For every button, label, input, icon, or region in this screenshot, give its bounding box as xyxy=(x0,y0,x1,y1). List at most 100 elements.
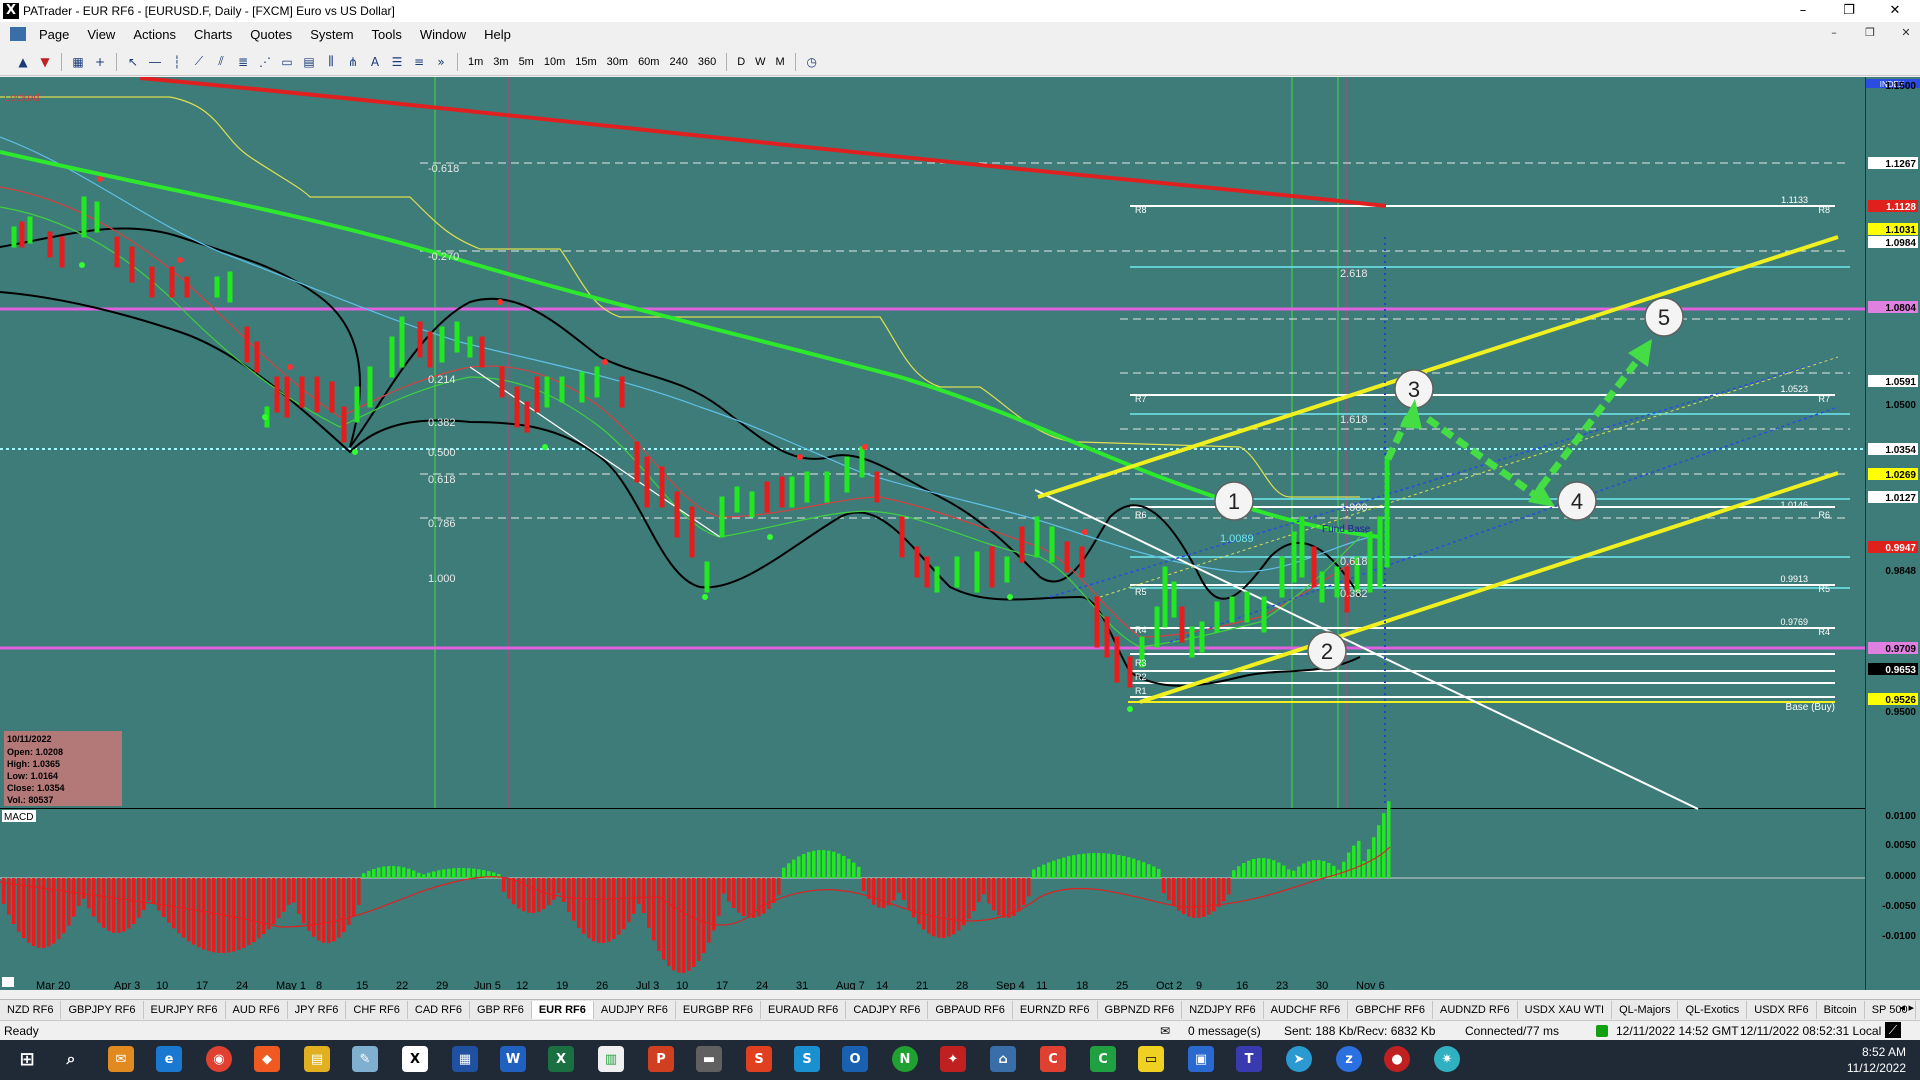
teams-icon[interactable]: T xyxy=(1236,1046,1262,1072)
tab-nzdjpy-rf6[interactable]: NZDJPY RF6 xyxy=(1182,1001,1264,1019)
timeframe-15m[interactable]: 15m xyxy=(570,56,601,68)
gann-icon[interactable]: ▤ xyxy=(298,52,320,72)
vertical-line-icon[interactable]: ┆ xyxy=(166,52,188,72)
tab-gbpchf-rf6[interactable]: GBPCHF RF6 xyxy=(1348,1001,1433,1019)
edge-browser-icon[interactable]: e xyxy=(156,1046,182,1072)
store-icon[interactable]: ▣ xyxy=(1188,1046,1214,1072)
outlook-icon[interactable]: O xyxy=(842,1046,868,1072)
price-axis[interactable] xyxy=(1866,77,1920,990)
menu-tools[interactable]: Tools xyxy=(363,27,411,42)
tab-gbp-rf6[interactable]: GBP RF6 xyxy=(470,1001,532,1019)
tab-audnzd-rf6[interactable]: AUDNZD RF6 xyxy=(1433,1001,1518,1019)
overflow-chevron-icon[interactable]: » xyxy=(430,52,452,72)
period-weekly[interactable]: W xyxy=(750,56,770,68)
status-messages[interactable]: 0 message(s) xyxy=(1188,1024,1261,1038)
menu-actions[interactable]: Actions xyxy=(124,27,185,42)
cursor-icon[interactable]: ↖ xyxy=(122,52,144,72)
period-daily[interactable]: D xyxy=(732,56,750,68)
sell-icon[interactable]: ▼ xyxy=(34,52,56,72)
crosshair-icon[interactable]: + xyxy=(89,52,111,72)
menu-page[interactable]: Page xyxy=(30,27,78,42)
brave-browser-icon[interactable]: ◆ xyxy=(254,1046,280,1072)
skype-icon[interactable]: S xyxy=(794,1046,820,1072)
powerpoint-icon[interactable]: P xyxy=(648,1046,674,1072)
tab-ql-majors[interactable]: QL-Majors xyxy=(1612,1001,1679,1019)
mdi-close-button[interactable]: ✕ xyxy=(1892,26,1920,39)
menu-quotes[interactable]: Quotes xyxy=(241,27,301,42)
tab-usdx-xau-wti[interactable]: USDX XAU WTI xyxy=(1518,1001,1613,1019)
ninjatrader-icon[interactable]: N xyxy=(892,1046,918,1072)
timeframe-60m[interactable]: 60m xyxy=(633,56,664,68)
tab-eurjpy-rf6[interactable]: EURJPY RF6 xyxy=(144,1001,226,1019)
chart-icon[interactable]: ▦ xyxy=(67,52,89,72)
timeframe-1m[interactable]: 1m xyxy=(463,56,488,68)
mdi-restore-button[interactable]: ❐ xyxy=(1856,26,1884,39)
fib-fan-icon[interactable]: ⋰ xyxy=(254,52,276,72)
tab-usdx-rf6[interactable]: USDX RF6 xyxy=(1747,1001,1817,1019)
tab-cad-rf6[interactable]: CAD RF6 xyxy=(408,1001,470,1019)
tab-eurnzd-rf6[interactable]: EURNZD RF6 xyxy=(1013,1001,1098,1019)
calculator-icon[interactable]: ▦ xyxy=(452,1046,478,1072)
wave-label-5[interactable]: 5 xyxy=(1644,297,1684,337)
windows-start-icon[interactable]: ⊞ xyxy=(14,1046,40,1072)
tab-cadjpy-rf6[interactable]: CADJPY RF6 xyxy=(846,1001,929,1019)
channel-upper[interactable] xyxy=(1037,235,1839,499)
chart-area[interactable]: -0.618 -0.270 0.214 0.382 0.500 0.618 0.… xyxy=(0,76,1920,992)
recorder-icon[interactable]: ● xyxy=(1384,1046,1410,1072)
tab-eurgbp-rf6[interactable]: EURGBP RF6 xyxy=(676,1001,762,1019)
taskbar-clock[interactable]: 8:52 AM 11/12/2022 xyxy=(1847,1044,1906,1076)
tab-gbpjpy-rf6[interactable]: GBPJPY RF6 xyxy=(61,1001,144,1019)
c-app-icon-red[interactable]: C xyxy=(1040,1046,1066,1072)
tab-audchf-rf6[interactable]: AUDCHF RF6 xyxy=(1264,1001,1349,1019)
wave-label-1[interactable]: 1 xyxy=(1214,481,1254,521)
spreadsheet-icon[interactable]: ▥ xyxy=(598,1046,624,1072)
candlesticks[interactable] xyxy=(11,196,1390,688)
search-icon[interactable]: ⌕ xyxy=(58,1046,84,1072)
menu-charts[interactable]: Charts xyxy=(185,27,241,42)
tab-eur-rf6[interactable]: EUR RF6 xyxy=(531,1001,594,1019)
tab-bitcoin[interactable]: Bitcoin xyxy=(1817,1001,1865,1019)
tab-jpy-rf6[interactable]: JPY RF6 xyxy=(288,1001,347,1019)
tab-gbpnzd-rf6[interactable]: GBPNZD RF6 xyxy=(1098,1001,1183,1019)
chart-mode-icon[interactable]: ⟋ xyxy=(1885,1022,1901,1038)
timeframe-3m[interactable]: 3m xyxy=(488,56,513,68)
mdi-minimize-button[interactable]: – xyxy=(1820,26,1848,39)
menu-view[interactable]: View xyxy=(78,27,124,42)
zoom-icon[interactable]: z xyxy=(1336,1046,1362,1072)
more-tools-icon[interactable]: ≡ xyxy=(408,52,430,72)
chrome-browser-icon[interactable]: ◉ xyxy=(206,1046,232,1072)
rectangle-icon[interactable]: ▭ xyxy=(276,52,298,72)
buy-icon[interactable]: ▲ xyxy=(12,52,34,72)
tab-aud-rf6[interactable]: AUD RF6 xyxy=(226,1001,288,1019)
text-icon[interactable]: A xyxy=(364,52,386,72)
wave-label-4[interactable]: 4 xyxy=(1557,481,1597,521)
period-monthly[interactable]: M xyxy=(771,56,790,68)
timeframe-30m[interactable]: 30m xyxy=(602,56,633,68)
levels-icon[interactable]: ☰ xyxy=(386,52,408,72)
tab-gbpaud-rf6[interactable]: GBPAUD RF6 xyxy=(928,1001,1013,1019)
minimize-button[interactable]: – xyxy=(1780,0,1826,22)
channel-icon[interactable]: ⫽ xyxy=(210,52,232,72)
timeframe-10m[interactable]: 10m xyxy=(539,56,570,68)
telegram-icon[interactable]: ➤ xyxy=(1286,1046,1312,1072)
mail-app-icon[interactable]: ✉ xyxy=(108,1046,134,1072)
settings-gear-icon[interactable]: ✷ xyxy=(1434,1046,1460,1072)
wave-label-2[interactable]: 2 xyxy=(1307,631,1347,671)
tab-scroll-arrows-icon[interactable]: ◂ ▸ xyxy=(1899,1001,1914,1014)
cycle-lines-icon[interactable]: ⫼ xyxy=(320,52,342,72)
menu-help[interactable]: Help xyxy=(475,27,520,42)
fibonacci-icon[interactable]: ≣ xyxy=(232,52,254,72)
tab-audjpy-rf6[interactable]: AUDJPY RF6 xyxy=(594,1001,676,1019)
network-app-icon[interactable]: ⌂ xyxy=(990,1046,1016,1072)
c-app-icon-green[interactable]: C xyxy=(1090,1046,1116,1072)
menu-system[interactable]: System xyxy=(301,27,362,42)
menu-window[interactable]: Window xyxy=(411,27,475,42)
tab-chf-rf6[interactable]: CHF RF6 xyxy=(346,1001,408,1019)
close-button[interactable]: ✕ xyxy=(1872,0,1918,22)
notes-app-icon[interactable]: ✎ xyxy=(352,1046,378,1072)
bird-app-icon[interactable]: ✦ xyxy=(940,1046,966,1072)
envelope-icon[interactable]: ✉ xyxy=(1160,1024,1170,1038)
timeframe-360[interactable]: 360 xyxy=(693,56,721,68)
horizontal-line-icon[interactable]: ― xyxy=(144,52,166,72)
restore-button[interactable]: ❐ xyxy=(1826,0,1872,22)
